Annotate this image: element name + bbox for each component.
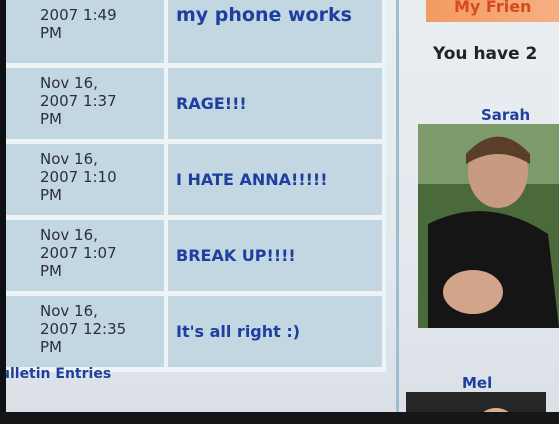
screen: 2007 1:49 PM my phone works Nov 16, 2007…: [0, 0, 559, 424]
bulletin-title-link[interactable]: It's all right :): [176, 322, 300, 341]
friend-name-mel[interactable]: Mel: [462, 374, 492, 392]
bulletin-title-link[interactable]: BREAK UP!!!!: [176, 246, 296, 265]
date-line: PM: [40, 186, 62, 204]
date-line: 2007 1:37: [40, 92, 117, 110]
bulletin-title-link[interactable]: my phone works: [176, 4, 352, 26]
bulletin-date: Nov 16, 2007 1:07 PM: [6, 220, 168, 296]
date-line: PM: [40, 110, 62, 128]
bulletin-title-cell: RAGE!!!: [168, 68, 386, 144]
screen-bezel-left: [0, 0, 6, 424]
screen-bezel-bottom: [0, 412, 559, 424]
friend-name-sarah[interactable]: Sarah: [481, 106, 530, 124]
bulletin-title-cell: I HATE ANNA!!!!!: [168, 144, 386, 220]
date-line: 2007 1:49: [40, 6, 117, 24]
date-line: Nov 16,: [40, 150, 98, 168]
date-line: 2007 1:10: [40, 168, 117, 186]
bulletin-title-cell: BREAK UP!!!!: [168, 220, 386, 296]
bulletin-title-link[interactable]: I HATE ANNA!!!!!: [176, 170, 328, 189]
bulletin-title-cell: my phone works: [168, 0, 386, 68]
column-divider: [396, 0, 399, 424]
friends-header: My Frien: [426, 0, 559, 22]
friends-count: You have 2: [433, 44, 538, 64]
bulletin-date: Nov 16, 2007 12:35 PM: [6, 296, 168, 372]
friend-photo-image: [418, 124, 559, 328]
date-line: Nov 16,: [40, 74, 98, 92]
table-row: Nov 16, 2007 1:07 PM BREAK UP!!!!: [6, 220, 386, 296]
date-line: Nov 16,: [40, 302, 98, 320]
date-line: 2007 1:07: [40, 244, 117, 262]
bulletin-date: Nov 16, 2007 1:10 PM: [6, 144, 168, 220]
bulletin-date: Nov 16, 2007 1:37 PM: [6, 68, 168, 144]
table-row: Nov 16, 2007 1:37 PM RAGE!!!: [6, 68, 386, 144]
bulletin-date: 2007 1:49 PM: [6, 0, 168, 68]
date-line: Nov 16,: [40, 226, 98, 244]
bulletin-table: 2007 1:49 PM my phone works Nov 16, 2007…: [6, 0, 386, 372]
table-row: Nov 16, 2007 1:10 PM I HATE ANNA!!!!!: [6, 144, 386, 220]
date-line: PM: [40, 338, 62, 356]
date-line: PM: [40, 262, 62, 280]
table-row: 2007 1:49 PM my phone works: [6, 0, 386, 68]
date-line: PM: [40, 24, 62, 42]
bulletin-title-link[interactable]: RAGE!!!: [176, 94, 247, 113]
table-row: Nov 16, 2007 12:35 PM It's all right :): [6, 296, 386, 372]
bulletin-entries-link[interactable]: ulletin Entries: [0, 366, 111, 382]
friend-photo-sarah[interactable]: [418, 124, 559, 328]
date-line: 2007 12:35: [40, 320, 127, 338]
bulletin-title-cell: It's all right :): [168, 296, 386, 372]
